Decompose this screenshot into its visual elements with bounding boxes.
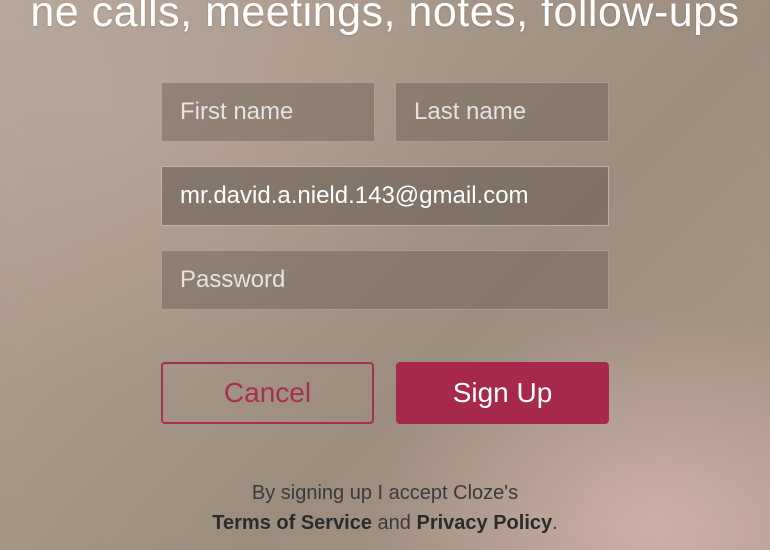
legal-prefix: By signing up I accept Cloze's	[252, 482, 518, 504]
cancel-button[interactable]: Cancel	[161, 362, 374, 424]
signup-button[interactable]: Sign Up	[396, 362, 609, 424]
email-field[interactable]	[161, 166, 609, 226]
legal-and: and	[372, 512, 416, 534]
password-field[interactable]	[161, 250, 609, 310]
button-row: Cancel Sign Up	[161, 362, 609, 424]
last-name-field[interactable]	[395, 82, 609, 142]
legal-suffix: .	[552, 512, 558, 534]
headline-line2: ne calls, meetings, notes, follow-ups	[30, 0, 739, 36]
name-row	[161, 82, 609, 142]
first-name-field[interactable]	[161, 82, 375, 142]
privacy-policy-link[interactable]: Privacy Policy	[416, 512, 552, 534]
terms-of-service-link[interactable]: Terms of Service	[212, 512, 372, 534]
legal-text: By signing up I accept Cloze's Terms of …	[161, 478, 609, 538]
signup-form: Cancel Sign Up By signing up I accept Cl…	[161, 82, 609, 538]
headline: ne calls, meetings, notes, follow-ups	[30, 0, 739, 40]
